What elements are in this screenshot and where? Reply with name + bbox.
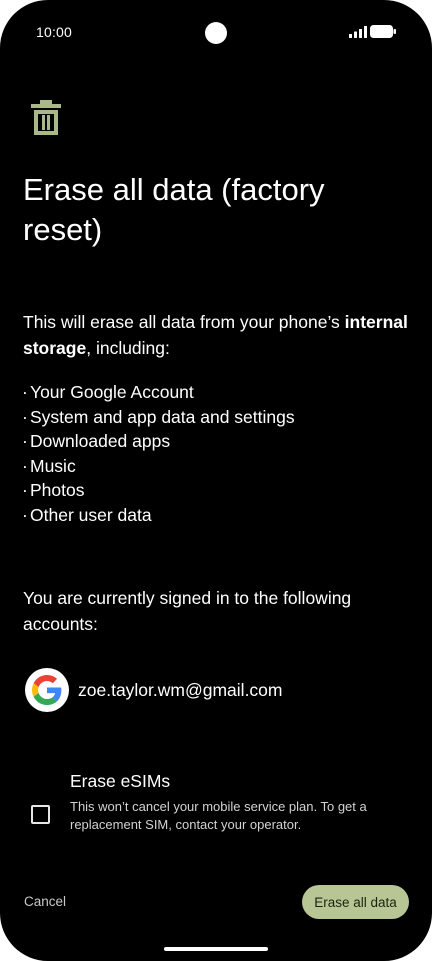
google-logo-icon (25, 668, 69, 712)
list-item: · Downloaded apps (22, 431, 171, 451)
list-item: · Other user data (22, 504, 152, 525)
account-email: zoe.taylor.wm@gmail.com (78, 679, 283, 700)
signed-in-text: You are currently signed in to the follo… (23, 588, 352, 634)
battery-icon (370, 25, 396, 38)
cancel-button[interactable]: Cancel (24, 894, 66, 909)
erase-esims-description: This won’t cancel your mobile service pl… (70, 799, 367, 832)
erase-items-list: · Your Google Account · System and app dat… (22, 380, 412, 527)
status-bar: 10:00 (0, 0, 432, 64)
phone-screen: 10:00 Erase all data (factory reset) Thi… (0, 0, 432, 961)
status-time: 10:00 (36, 24, 73, 40)
home-indicator[interactable] (164, 947, 268, 951)
front-camera (205, 22, 227, 44)
page-title: Erase all data (factory reset) (23, 172, 325, 247)
erase-esims-label[interactable]: Erase eSIMs (70, 771, 170, 792)
intro-text: This will erase all data from your phone… (23, 309, 413, 361)
list-item: · Photos (22, 480, 85, 500)
account-row: zoe.taylor.wm@gmail.com (25, 668, 283, 712)
intro-suffix: , including: (86, 338, 170, 358)
trash-icon (31, 100, 61, 135)
list-item: · Music (22, 455, 76, 476)
signal-icon (349, 26, 367, 38)
intro-prefix: This will erase all data from your phone… (23, 312, 345, 332)
list-item: · System and app data and settings (22, 406, 295, 427)
erase-all-data-button[interactable]: Erase all data (302, 885, 409, 919)
erase-esims-checkbox[interactable] (31, 805, 50, 824)
list-item: · Your Google Account (22, 382, 194, 402)
